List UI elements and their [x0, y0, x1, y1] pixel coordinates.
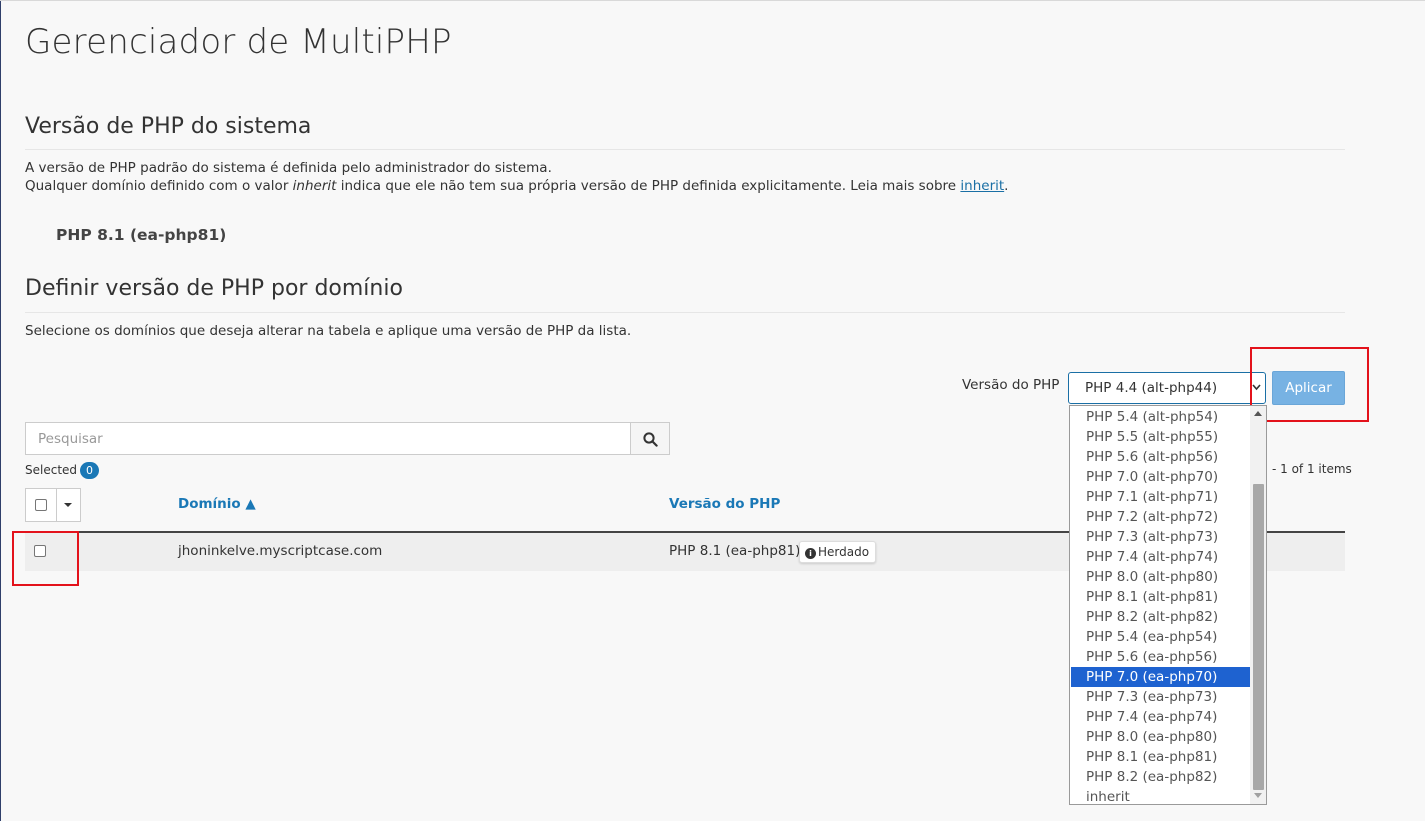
- dropdown-option[interactable]: PHP 7.1 (alt-php71): [1071, 487, 1251, 507]
- search-bar: [25, 422, 670, 455]
- dropdown-scrollbar-thumb[interactable]: [1253, 484, 1264, 790]
- domain-section-title: Definir versão de PHP por domínio: [25, 276, 403, 301]
- dropdown-option[interactable]: PHP 8.0 (ea-php80): [1071, 727, 1251, 747]
- dropdown-option[interactable]: PHP 7.4 (ea-php74): [1071, 707, 1251, 727]
- caret-down-icon[interactable]: [64, 503, 72, 507]
- dropdown-option[interactable]: inherit: [1071, 787, 1251, 804]
- php-version-dropdown: PHP 5.4 (alt-php54) PHP 5.5 (alt-php55) PH…: [1069, 405, 1267, 805]
- inherited-badge-label: Herdado: [818, 545, 870, 559]
- search-icon: [643, 432, 658, 447]
- section-divider: [25, 312, 1345, 313]
- search-input[interactable]: [25, 422, 631, 455]
- dropdown-option[interactable]: PHP 7.0 (ea-php70): [1071, 667, 1251, 687]
- php-version-cell: PHP 8.1 (ea-php81): [669, 543, 801, 559]
- pagination-info: - 1 of 1 items: [1272, 462, 1352, 476]
- inherited-badge: i Herdado: [799, 541, 877, 563]
- dropdown-option[interactable]: PHP 5.4 (alt-php54): [1071, 407, 1251, 427]
- dropdown-option[interactable]: PHP 5.4 (ea-php54): [1071, 627, 1251, 647]
- dropdown-option[interactable]: PHP 7.4 (alt-php74): [1071, 547, 1251, 567]
- dropdown-option[interactable]: PHP 5.5 (alt-php55): [1071, 427, 1251, 447]
- selected-label: Selected: [25, 463, 78, 477]
- dropdown-option[interactable]: PHP 7.3 (alt-php73): [1071, 527, 1251, 547]
- desc-text: indica que ele não tem sua própria versã…: [336, 178, 961, 194]
- dropdown-option[interactable]: PHP 7.2 (alt-php72): [1071, 507, 1251, 527]
- dropdown-option[interactable]: PHP 8.2 (ea-php82): [1071, 767, 1251, 787]
- window-edge: [0, 0, 1, 821]
- selected-count-badge: 0: [80, 462, 100, 479]
- domain-section-description: Selecione os domínios que deseja alterar…: [25, 323, 632, 339]
- column-header-php-version[interactable]: Versão do PHP: [669, 496, 780, 512]
- system-description-line2: Qualquer domínio definido com o valor in…: [25, 177, 1008, 195]
- system-description-line1: A versão de PHP padrão do sistema é defi…: [25, 160, 552, 176]
- dropdown-option[interactable]: PHP 5.6 (ea-php56): [1071, 647, 1251, 667]
- php-version-label: Versão do PHP: [962, 377, 1060, 393]
- desc-text: .: [1004, 178, 1009, 194]
- system-php-version: PHP 8.1 (ea-php81): [56, 226, 227, 244]
- info-icon: i: [805, 548, 816, 559]
- annotation-highlight-checkbox: [12, 531, 79, 586]
- php-version-selected-value: PHP 4.4 (alt-php44): [1085, 380, 1218, 396]
- dropdown-option[interactable]: PHP 8.1 (alt-php81): [1071, 587, 1251, 607]
- domain-cell: jhoninkelve.myscriptcase.com: [178, 543, 383, 559]
- dropdown-option[interactable]: PHP 8.1 (ea-php81): [1071, 747, 1251, 767]
- top-border: [0, 0, 1425, 1]
- search-button[interactable]: [630, 422, 670, 455]
- dropdown-option[interactable]: PHP 7.3 (ea-php73): [1071, 687, 1251, 707]
- dropdown-option[interactable]: PHP 7.0 (alt-php70): [1071, 467, 1251, 487]
- desc-text: Qualquer domínio definido com o valor: [25, 178, 293, 194]
- inherit-term: inherit: [292, 178, 337, 194]
- select-all-checkbox[interactable]: [35, 499, 47, 511]
- scroll-down-icon[interactable]: [1254, 793, 1262, 798]
- page-title: Gerenciador de MultiPHP: [25, 22, 452, 62]
- column-header-domain[interactable]: Domínio ▲: [178, 496, 256, 512]
- bulk-select-control: [25, 488, 81, 522]
- dropdown-option[interactable]: PHP 8.2 (alt-php82): [1071, 607, 1251, 627]
- inherit-link[interactable]: inherit: [960, 178, 1004, 194]
- scroll-up-icon[interactable]: [1254, 411, 1262, 416]
- section-divider: [25, 149, 1345, 150]
- annotation-highlight-apply: [1250, 347, 1369, 422]
- php-version-select[interactable]: PHP 4.4 (alt-php44): [1068, 372, 1266, 404]
- selected-count: Selected 0: [25, 462, 100, 479]
- system-section-title: Versão de PHP do sistema: [25, 114, 312, 139]
- bulk-divider: [56, 489, 57, 521]
- dropdown-option[interactable]: PHP 8.0 (alt-php80): [1071, 567, 1251, 587]
- dropdown-option[interactable]: PHP 5.6 (alt-php56): [1071, 447, 1251, 467]
